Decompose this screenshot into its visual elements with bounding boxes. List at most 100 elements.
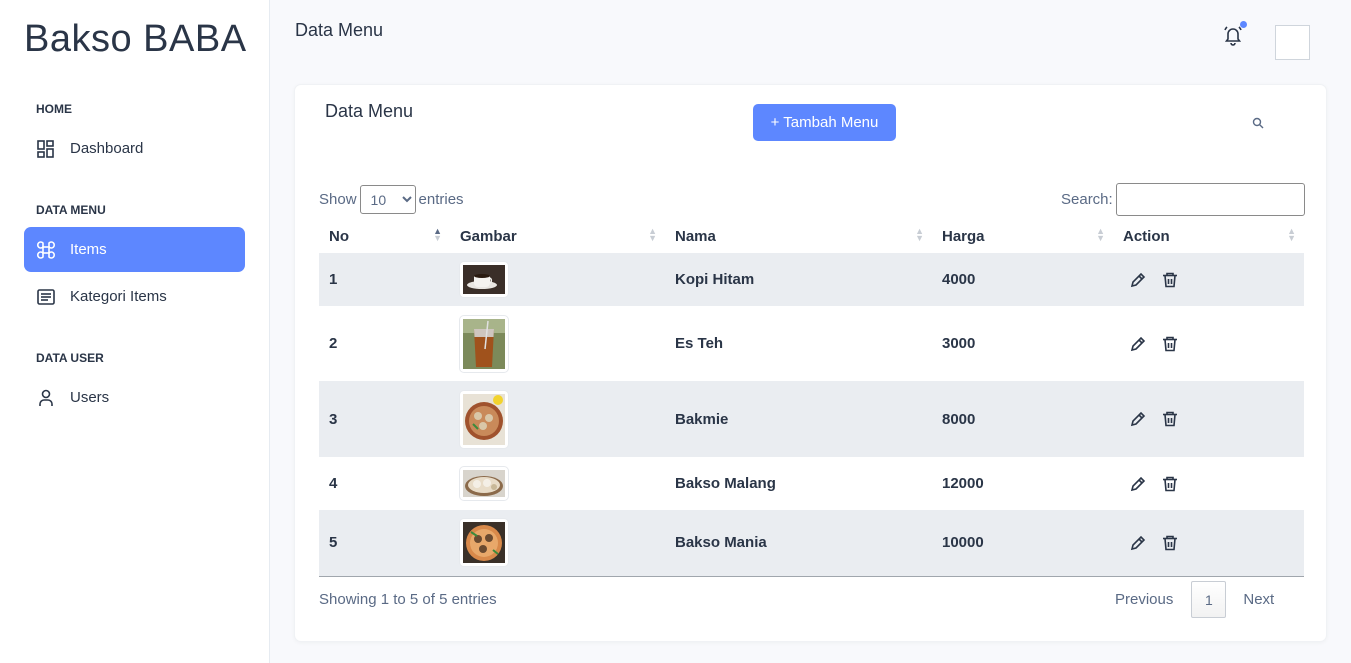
- user-icon: [36, 388, 56, 408]
- cell-gambar: [450, 306, 665, 381]
- row-actions: [1123, 271, 1304, 289]
- sort-icon: ▲ ▼: [915, 226, 924, 243]
- cell-gambar: [450, 457, 665, 510]
- cell-no: 2: [329, 335, 338, 352]
- cell-harga: 12000: [942, 475, 984, 492]
- next-button[interactable]: Next: [1243, 591, 1274, 608]
- sort-icon: ▲ ▼: [648, 226, 657, 243]
- notification-dot: [1240, 21, 1247, 28]
- bell-icon[interactable]: [1222, 21, 1247, 46]
- previous-button[interactable]: Previous: [1115, 591, 1173, 608]
- table-info: Showing 1 to 5 of 5 entries: [319, 591, 497, 608]
- apps-icon: [36, 240, 56, 260]
- search-icon[interactable]: [1252, 116, 1264, 129]
- cell-harga: 4000: [932, 253, 1113, 306]
- cell-action: [1113, 381, 1304, 457]
- sidebar-item-label: Dashboard: [70, 140, 144, 157]
- trash-icon[interactable]: [1161, 335, 1179, 353]
- row-actions: [1123, 534, 1304, 552]
- cell-nama: Bakmie: [665, 381, 932, 457]
- cell-no: 1: [319, 253, 450, 306]
- bakso-malang-photo: [460, 467, 508, 500]
- cell-harga: 3000: [942, 335, 976, 352]
- dashboard-icon: [36, 139, 56, 159]
- sort-icon: ▲ ▼: [1096, 226, 1105, 243]
- entries-label: entries: [418, 191, 464, 208]
- search-input[interactable]: [1115, 183, 1305, 216]
- cell-action: [1113, 457, 1304, 510]
- column-label: Nama: [675, 227, 716, 245]
- pagination: Previous 1 Next: [1115, 581, 1274, 618]
- nav-section-data-user: DATA USER: [36, 351, 104, 365]
- sort-icon: ▲ ▼: [1287, 226, 1296, 243]
- sidebar-item-users[interactable]: Users: [24, 375, 245, 420]
- trash-icon[interactable]: [1161, 534, 1179, 552]
- table-row: 3 Bakmie 8000: [319, 381, 1304, 457]
- show-label: Show: [319, 191, 357, 208]
- kopi-hitam-photo: [460, 262, 508, 297]
- column-header-harga[interactable]: Harga ▲ ▼: [932, 219, 1113, 253]
- bakso-mania-photo: [460, 519, 508, 567]
- sidebar-item-label: Items: [70, 241, 107, 258]
- cell-gambar: [450, 253, 665, 306]
- column-header-nama[interactable]: Nama ▲ ▼: [665, 219, 932, 253]
- data-menu-card: Data Menu + Tambah Menu Show 10 entries …: [294, 84, 1327, 642]
- page-title: Data Menu: [295, 20, 384, 40]
- add-menu-button[interactable]: + Tambah Menu: [753, 104, 896, 141]
- column-label: Gambar: [460, 227, 517, 245]
- table-row: 2 Es Teh 3000: [319, 306, 1304, 381]
- cell-action: [1113, 253, 1304, 306]
- brand-logo-text[interactable]: Bakso BABA: [24, 18, 247, 61]
- table-row: 1 Kopi Hitam 4000: [319, 253, 1304, 306]
- sidebar-item-dashboard[interactable]: Dashboard: [24, 126, 245, 171]
- column-label: Action: [1123, 227, 1170, 245]
- sidebar: Bakso BABA HOME Dashboard DATA MENU Item…: [0, 0, 270, 663]
- column-label: No: [329, 227, 349, 245]
- table-row: 4 Bakso Malang 12000: [319, 457, 1304, 510]
- cell-nama: Bakso Mania: [665, 510, 932, 577]
- list-icon: [36, 287, 56, 307]
- column-label: Harga: [942, 227, 985, 245]
- edit-icon[interactable]: [1129, 475, 1147, 493]
- cell-no: 4: [329, 475, 338, 492]
- row-actions: [1123, 475, 1304, 493]
- search-label: Search:: [1061, 191, 1113, 208]
- sidebar-item-label: Users: [70, 389, 110, 406]
- cell-nama: Es Teh: [675, 335, 724, 352]
- sidebar-item-label: Kategori Items: [70, 288, 167, 305]
- card-title: Data Menu: [325, 101, 414, 121]
- cell-no: 5: [319, 510, 450, 577]
- trash-icon[interactable]: [1161, 475, 1179, 493]
- sidebar-item-kategori-items[interactable]: Kategori Items: [24, 274, 245, 319]
- cell-harga: 8000: [932, 381, 1113, 457]
- edit-icon[interactable]: [1129, 335, 1147, 353]
- column-header-no[interactable]: No ▲ ▼: [319, 219, 450, 253]
- nav-section-home: HOME: [36, 102, 72, 116]
- avatar[interactable]: [1275, 25, 1310, 60]
- page-button-1[interactable]: 1: [1191, 581, 1227, 618]
- bakmie-photo: [460, 390, 508, 448]
- column-header-gambar[interactable]: Gambar ▲ ▼: [450, 219, 665, 253]
- cell-harga: 10000: [932, 510, 1113, 577]
- column-header-action[interactable]: Action ▲ ▼: [1113, 219, 1304, 253]
- edit-icon[interactable]: [1129, 534, 1147, 552]
- trash-icon[interactable]: [1161, 271, 1179, 289]
- edit-icon[interactable]: [1129, 271, 1147, 289]
- cell-no: 3: [319, 381, 450, 457]
- page-size-select[interactable]: 10: [359, 185, 416, 214]
- nav-section-data-menu: DATA MENU: [36, 203, 106, 217]
- sort-icon: ▲ ▼: [433, 226, 442, 243]
- row-actions: [1123, 335, 1304, 353]
- row-actions: [1123, 410, 1304, 428]
- sidebar-item-items[interactable]: Items: [24, 227, 245, 272]
- cell-action: [1113, 510, 1304, 577]
- edit-icon[interactable]: [1129, 410, 1147, 428]
- cell-nama: Bakso Malang: [675, 475, 776, 492]
- page-size-control: Show 10 entries: [319, 185, 464, 214]
- cell-action: [1113, 306, 1304, 381]
- cell-nama: Kopi Hitam: [665, 253, 932, 306]
- es-teh-photo: [460, 315, 508, 372]
- trash-icon[interactable]: [1161, 410, 1179, 428]
- menu-table: No ▲ ▼ Gambar ▲ ▼ Nama ▲ ▼ Harga ▲ ▼ Action ▲ ▼ 1: [319, 219, 1304, 577]
- table-search: Search:: [1061, 183, 1305, 216]
